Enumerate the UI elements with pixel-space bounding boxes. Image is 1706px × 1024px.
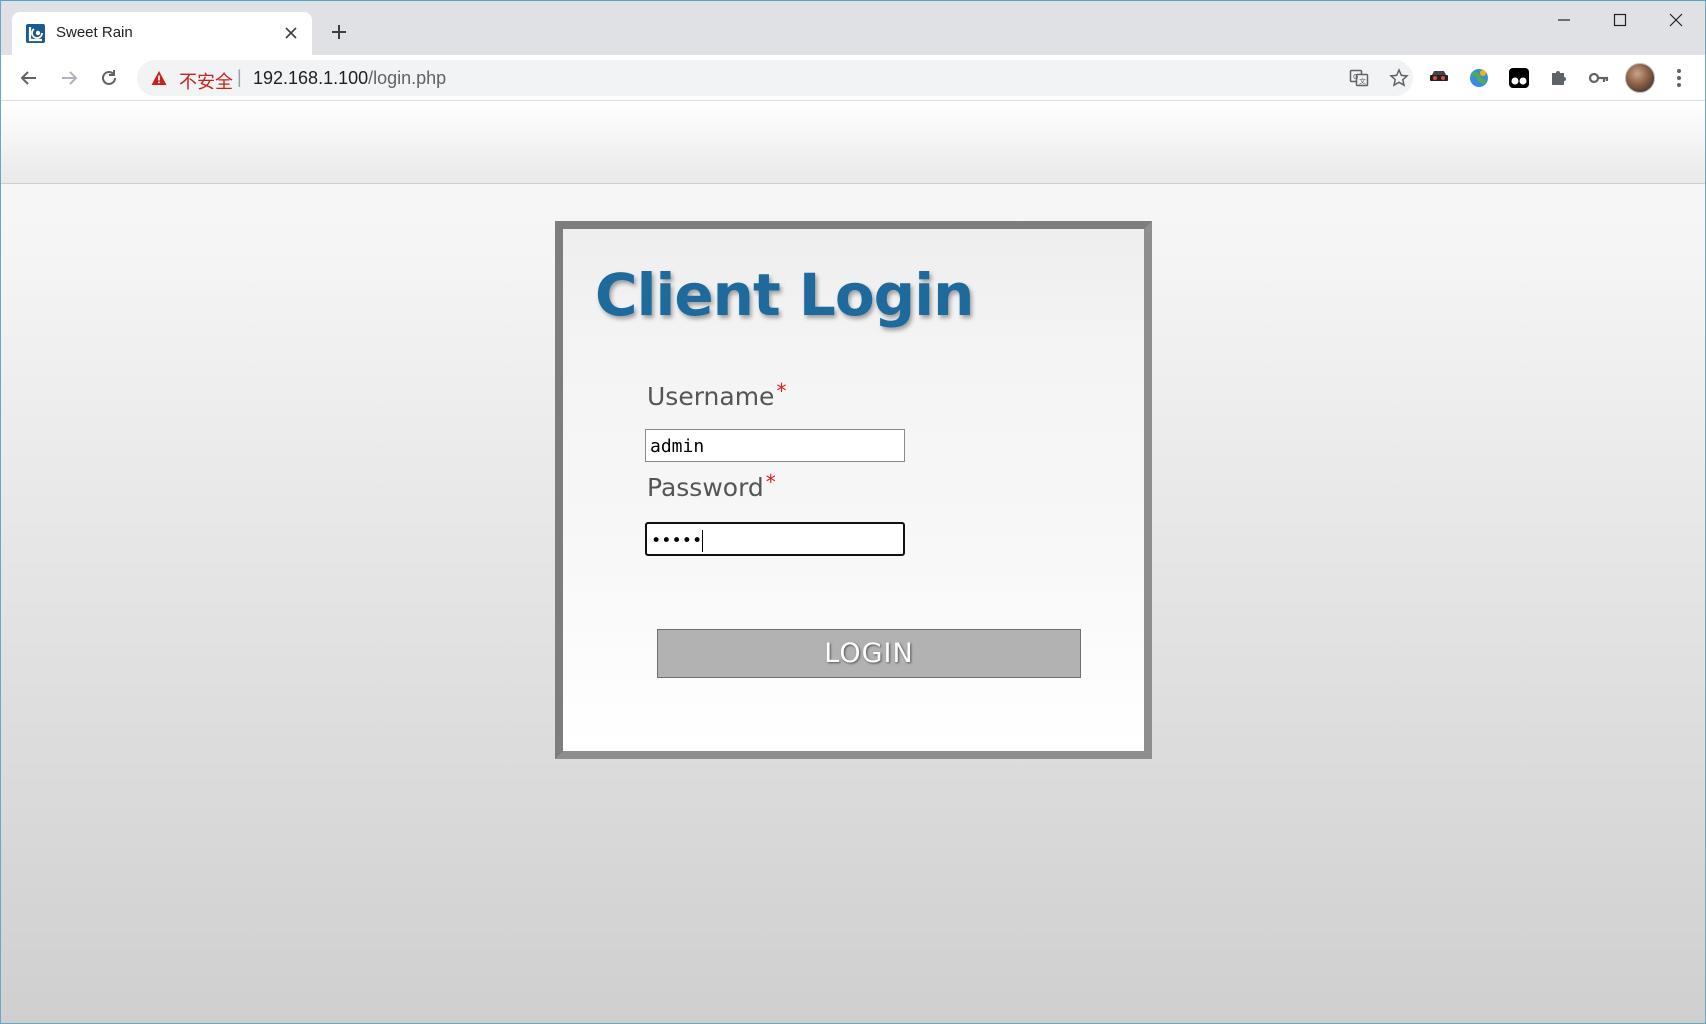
svg-text:G: G xyxy=(1353,73,1358,81)
url-path: /login.php xyxy=(368,68,447,88)
text-caret xyxy=(702,530,704,552)
username-input[interactable]: admin xyxy=(645,429,905,462)
new-tab-plus-icon[interactable] xyxy=(327,20,351,44)
login-title: Client Login xyxy=(595,261,974,329)
address-separator: | xyxy=(237,67,242,87)
login-button[interactable]: LOGIN xyxy=(657,629,1081,678)
tab-strip: Sweet Rain xyxy=(1,1,1705,55)
maximize-icon[interactable] xyxy=(1597,7,1643,33)
password-required-marker: * xyxy=(765,470,776,494)
url-text[interactable]: 192.168.1.100/login.php xyxy=(253,68,446,89)
forward-arrow-icon[interactable] xyxy=(55,64,83,92)
star-icon[interactable] xyxy=(1387,66,1411,90)
tampermonkey-icon[interactable] xyxy=(1507,66,1531,90)
reload-icon[interactable] xyxy=(95,64,123,92)
incognito-glasses-icon[interactable] xyxy=(1427,66,1451,90)
globe-extension-icon[interactable] xyxy=(1467,66,1491,90)
puzzle-icon[interactable] xyxy=(1547,66,1571,90)
browser-toolbar: 不安全 | 192.168.1.100/login.php G文 xyxy=(1,55,1705,101)
tab-title: Sweet Rain xyxy=(56,24,133,41)
key-icon[interactable] xyxy=(1587,66,1611,90)
password-input[interactable]: ••••• xyxy=(645,522,905,556)
translate-icon[interactable]: G文 xyxy=(1347,66,1371,90)
page-body: Client Login Username * admin Password * •… xyxy=(1,101,1705,1023)
username-value: admin xyxy=(650,436,705,457)
username-required-marker: * xyxy=(776,379,787,403)
address-bar[interactable]: 不安全 | 192.168.1.100/login.php G文 xyxy=(137,60,1413,96)
tab-sweet-rain[interactable]: Sweet Rain xyxy=(12,12,312,55)
login-button-label: LOGIN xyxy=(824,638,914,669)
password-label: Password * xyxy=(647,470,776,502)
username-label: Username * xyxy=(647,379,787,411)
username-label-text: Username xyxy=(647,382,775,411)
sweet-rain-logo-icon xyxy=(26,24,45,43)
password-mask: ••••• xyxy=(651,530,704,552)
login-panel: Client Login Username * admin Password * •… xyxy=(555,221,1152,759)
close-window-icon[interactable] xyxy=(1653,7,1699,33)
minimize-icon[interactable] xyxy=(1541,7,1587,33)
back-arrow-icon[interactable] xyxy=(15,64,43,92)
url-host: 192.168.1.100 xyxy=(253,68,369,88)
tab-close-icon[interactable] xyxy=(280,22,302,44)
password-mask-dots: ••••• xyxy=(651,531,703,551)
profile-avatar[interactable] xyxy=(1625,63,1655,93)
browser-window: Sweet Rain 不安全 | 192.168.1.100/login.php… xyxy=(0,0,1706,1024)
warning-icon[interactable] xyxy=(151,70,167,86)
more-vertical-icon[interactable] xyxy=(1667,66,1691,90)
svg-text:文: 文 xyxy=(1359,77,1366,86)
security-status-label[interactable]: 不安全 xyxy=(179,68,233,94)
page-header-bar xyxy=(1,101,1705,184)
password-label-text: Password xyxy=(647,473,764,502)
